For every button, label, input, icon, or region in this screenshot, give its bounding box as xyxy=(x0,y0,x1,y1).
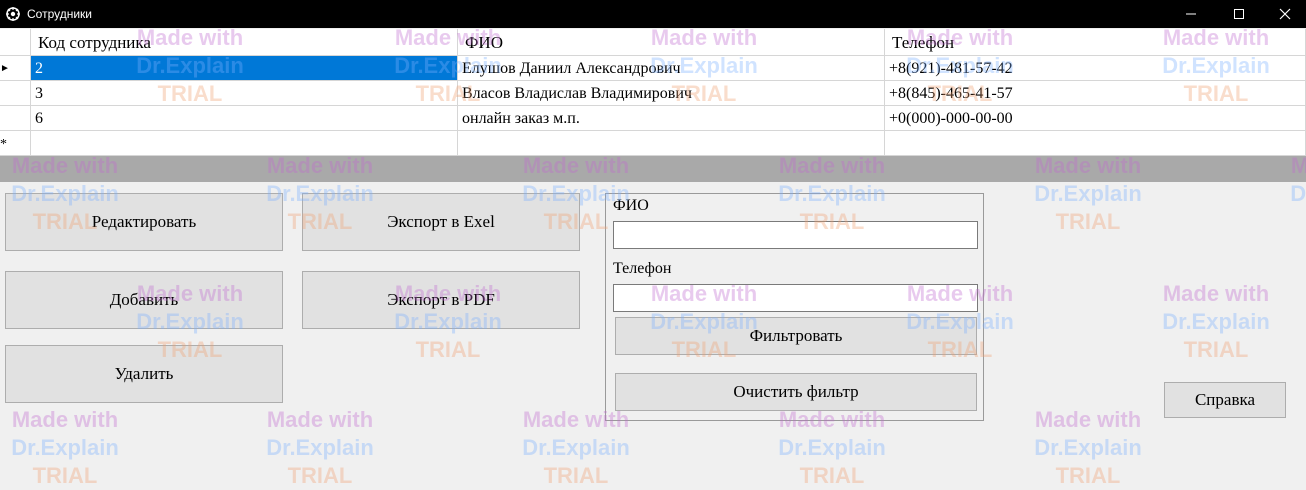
watermark-line: TRIAL xyxy=(415,337,481,362)
phone-label: Телефон xyxy=(613,260,672,277)
clear-filter-button[interactable]: Очистить фильтр xyxy=(615,373,977,411)
minimize-button[interactable] xyxy=(1168,0,1214,28)
fio-field[interactable] xyxy=(613,221,978,249)
watermark-line: TRIAL xyxy=(287,463,353,488)
close-icon xyxy=(1279,8,1291,20)
cell-id[interactable]: 2 xyxy=(31,56,458,81)
table-row[interactable]: 3 Власов Владислав Владимирович +8(845)-… xyxy=(0,81,1306,106)
help-button[interactable]: Справка xyxy=(1164,382,1286,418)
row-selector[interactable] xyxy=(0,81,31,106)
cell-id[interactable]: 6 xyxy=(31,106,458,131)
cell-name[interactable] xyxy=(458,131,885,156)
watermark-line: TRIAL xyxy=(1055,209,1121,234)
cell-name[interactable]: Елушов Даниил Александрович xyxy=(458,56,885,81)
delete-button[interactable]: Удалить xyxy=(5,345,283,403)
row-header-corner xyxy=(0,29,31,56)
cell-id[interactable] xyxy=(31,131,458,156)
cell-name[interactable]: онлайн заказ м.п. xyxy=(458,106,885,131)
cell-phone[interactable]: +8(845)-465-41-57 xyxy=(885,81,1306,106)
cell-name[interactable]: Власов Владислав Владимирович xyxy=(458,81,885,106)
watermark-line: Dr.Explain xyxy=(1162,309,1270,334)
watermark-line: Dr.Explain xyxy=(778,435,886,460)
row-selector[interactable]: * xyxy=(0,131,31,156)
watermark-line: TRIAL xyxy=(1183,337,1249,362)
edit-button[interactable]: Редактировать xyxy=(5,193,283,251)
close-button[interactable] xyxy=(1262,0,1306,28)
watermark-line: Made with xyxy=(1034,407,1142,432)
new-row-marker: * xyxy=(0,137,7,152)
app-icon xyxy=(6,7,20,21)
watermark-line: TRIAL xyxy=(543,463,609,488)
add-button[interactable]: Добавить xyxy=(5,271,283,329)
cell-phone[interactable]: +0(000)-000-00-00 xyxy=(885,106,1306,131)
table-row[interactable]: 6 онлайн заказ м.п. +0(000)-000-00-00 xyxy=(0,106,1306,131)
maximize-button[interactable] xyxy=(1216,0,1262,28)
watermark-line: Dr.Explain xyxy=(1034,435,1142,460)
trial-watermark: Made with Dr.Explain TRIAL xyxy=(0,406,135,490)
watermark-line: Dr.Explain xyxy=(1034,181,1142,206)
watermark-line: Dr.Explain xyxy=(1290,181,1306,206)
watermark-line: Made with xyxy=(1162,281,1270,306)
watermark-line: Dr.Explain xyxy=(11,435,119,460)
export-pdf-button[interactable]: Экспорт в PDF xyxy=(302,271,580,329)
new-table-row[interactable]: * xyxy=(0,131,1306,156)
current-row-marker: ► xyxy=(0,63,10,74)
watermark-line: TRIAL xyxy=(799,463,865,488)
trial-watermark: Made with Dr.Explain TRIAL xyxy=(1018,406,1158,490)
watermark-line: Dr.Explain xyxy=(266,435,374,460)
trial-watermark: Made with Dr.Explain TRIAL xyxy=(1146,280,1286,364)
employees-table[interactable]: Код сотрудника ФИО Телефон ► 2 Елушов Да… xyxy=(0,29,1306,156)
column-header-id[interactable]: Код сотрудника xyxy=(31,29,458,56)
title-bar: Сотрудники xyxy=(0,0,1306,28)
trial-watermark: Made with Dr.Explain TRIAL xyxy=(250,406,390,490)
column-header-phone[interactable]: Телефон xyxy=(885,29,1306,56)
phone-field[interactable] xyxy=(613,284,978,312)
watermark-line: TRIAL xyxy=(1055,463,1121,488)
cell-phone[interactable] xyxy=(885,131,1306,156)
watermark-line: Made with xyxy=(266,407,374,432)
watermark-line: Dr.Explain xyxy=(522,435,630,460)
row-selector[interactable]: ► xyxy=(0,56,31,81)
fio-label: ФИО xyxy=(613,197,649,214)
maximize-icon xyxy=(1234,9,1244,19)
window-title: Сотрудники xyxy=(27,7,92,21)
table-row[interactable]: ► 2 Елушов Даниил Александрович +8(921)-… xyxy=(0,56,1306,81)
row-selector[interactable] xyxy=(0,106,31,131)
cell-phone[interactable]: +8(921)-481-57-42 xyxy=(885,56,1306,81)
filter-button[interactable]: Фильтровать xyxy=(615,317,977,355)
table-header-row: Код сотрудника ФИО Телефон xyxy=(0,29,1306,56)
watermark-line: Made with xyxy=(11,407,119,432)
grid-empty-area xyxy=(0,156,1306,182)
cell-id[interactable]: 3 xyxy=(31,81,458,106)
export-excel-button[interactable]: Экспорт в Exel xyxy=(302,193,580,251)
column-header-name[interactable]: ФИО xyxy=(458,29,885,56)
watermark-line: TRIAL xyxy=(1274,208,1306,236)
minimize-icon xyxy=(1186,13,1196,15)
watermark-line: TRIAL xyxy=(32,463,98,488)
